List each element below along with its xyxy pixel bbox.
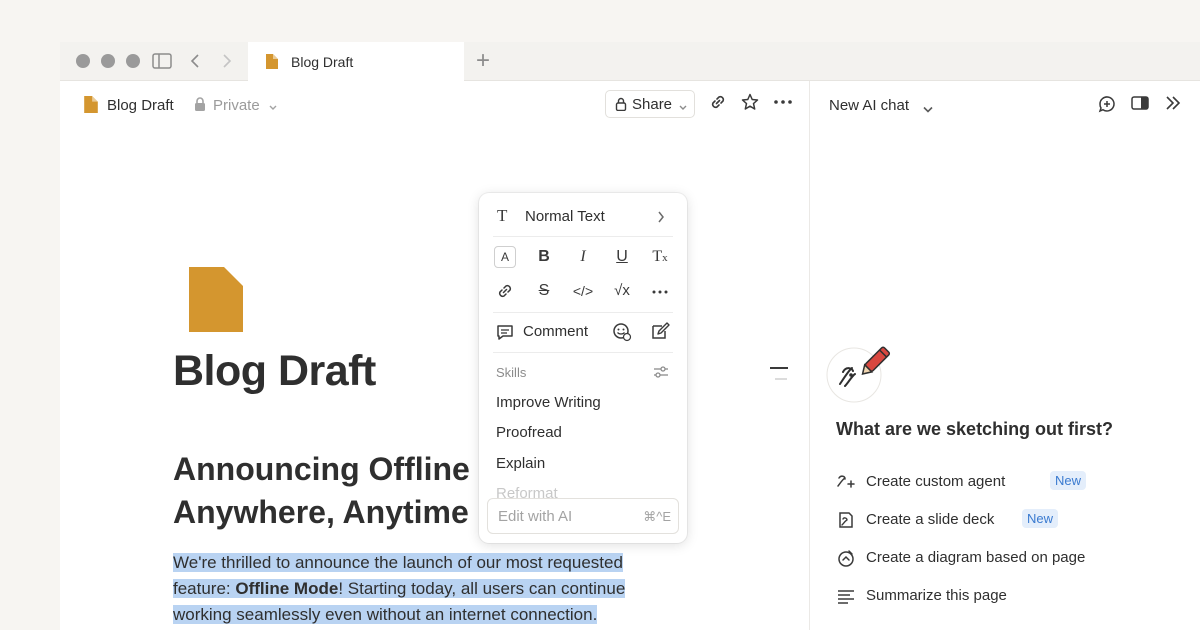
sidebar-toggle-icon[interactable] [152, 51, 172, 71]
scroll-indicator[interactable] [769, 365, 789, 388]
menu-divider [493, 352, 673, 353]
format-menu: T Normal Text A B I U Tx S </> √x Commen… [479, 193, 687, 543]
slide-deck-icon [836, 510, 856, 530]
page-cover-icon[interactable] [189, 267, 243, 337]
selected-paragraph[interactable]: We're thrilled to announce the launch of… [173, 550, 653, 628]
maximize-window-button[interactable] [126, 54, 140, 68]
new-tab-button[interactable]: + [476, 49, 490, 73]
menu-divider [493, 312, 673, 313]
minimize-window-button[interactable] [101, 54, 115, 68]
new-chat-icon[interactable] [1096, 94, 1118, 116]
collapse-panel-icon[interactable] [1162, 94, 1184, 116]
panel-layout-icon[interactable] [1129, 94, 1151, 116]
suggestion-label: Create a diagram based on page [866, 549, 1086, 566]
ai-avatar-icon [826, 342, 894, 409]
code-icon[interactable]: </> [568, 280, 598, 302]
tab-title: Blog Draft [291, 54, 354, 70]
page-icon [266, 54, 278, 74]
agent-icon [836, 472, 856, 492]
tab-blog-draft[interactable]: Blog Draft [248, 42, 464, 81]
forward-icon[interactable] [217, 51, 237, 71]
breadcrumb-page[interactable]: Blog Draft [107, 97, 174, 114]
strikethrough-icon[interactable]: S [533, 280, 555, 302]
bold-icon[interactable]: B [533, 246, 555, 268]
page-title[interactable]: Blog Draft [173, 347, 376, 396]
skill-explain[interactable]: Explain [496, 455, 545, 472]
skills-heading: Skills [496, 365, 527, 380]
block-type-selector[interactable]: T Normal Text [479, 205, 687, 229]
new-badge: New [1022, 509, 1059, 528]
share-label: Share [632, 96, 673, 113]
ai-panel: New AI chat What are we sketching out fi… [809, 81, 1200, 630]
italic-icon[interactable]: I [572, 246, 594, 268]
heading-line-2[interactable]: Anywhere, Anytime [173, 494, 469, 531]
comment-label: Comment [523, 323, 589, 340]
summarize-icon [836, 586, 856, 606]
privacy-label[interactable]: Private [213, 97, 260, 114]
suggest-edit-icon[interactable] [649, 322, 671, 344]
skill-proofread[interactable]: Proofread [496, 424, 562, 441]
back-icon[interactable] [185, 51, 205, 71]
chevron-down-icon [678, 99, 688, 116]
document-pane: Blog Draft Private Share Blog Draft Anno… [60, 81, 809, 630]
comment-icon [496, 323, 514, 346]
lock-icon [194, 97, 206, 116]
suggestion-label: Create custom agent [866, 473, 1006, 490]
emoji-reaction-icon[interactable] [611, 322, 633, 344]
ai-chat-title[interactable]: New AI chat [829, 97, 909, 114]
chevron-down-icon[interactable] [268, 99, 278, 117]
lock-icon [615, 97, 627, 115]
diagram-icon [836, 548, 856, 568]
suggestion-label: Summarize this page [866, 587, 1007, 604]
comment-button[interactable]: Comment [479, 321, 599, 343]
clear-format-icon[interactable]: Tx [649, 246, 671, 268]
equation-icon[interactable]: √x [608, 280, 636, 302]
suggestion-label: Create a slide deck [866, 511, 995, 528]
text-color-icon[interactable]: A [494, 246, 516, 268]
page-icon [84, 96, 98, 118]
heading-line-1[interactable]: Announcing Offline M [173, 451, 505, 488]
close-window-button[interactable] [76, 54, 90, 68]
star-icon[interactable] [739, 93, 761, 115]
chevron-down-icon[interactable] [922, 101, 934, 119]
prompt-shortcut: ⌘^E [643, 509, 671, 524]
underline-icon[interactable]: U [611, 246, 633, 268]
paragraph-bold-text: Offline Mode [235, 579, 339, 598]
link-icon[interactable] [494, 280, 516, 302]
skill-improve-writing[interactable]: Improve Writing [496, 394, 601, 411]
menu-divider [493, 236, 673, 237]
block-type-label: Normal Text [525, 208, 605, 225]
more-format-icon[interactable] [649, 280, 671, 302]
prompt-placeholder: Edit with AI [498, 508, 573, 525]
text-type-icon: T [497, 206, 508, 225]
skills-settings-icon[interactable] [653, 365, 669, 384]
share-button[interactable]: Share [605, 90, 695, 118]
ai-question: What are we sketching out first? [836, 419, 1114, 439]
new-badge: New [1050, 471, 1087, 490]
edit-with-ai-input[interactable]: Edit with AI ⌘^E [487, 498, 679, 534]
title-bar: Blog Draft + [60, 42, 1200, 81]
more-options-icon[interactable] [772, 93, 794, 115]
link-icon[interactable] [707, 93, 729, 115]
chevron-right-icon [657, 210, 665, 228]
